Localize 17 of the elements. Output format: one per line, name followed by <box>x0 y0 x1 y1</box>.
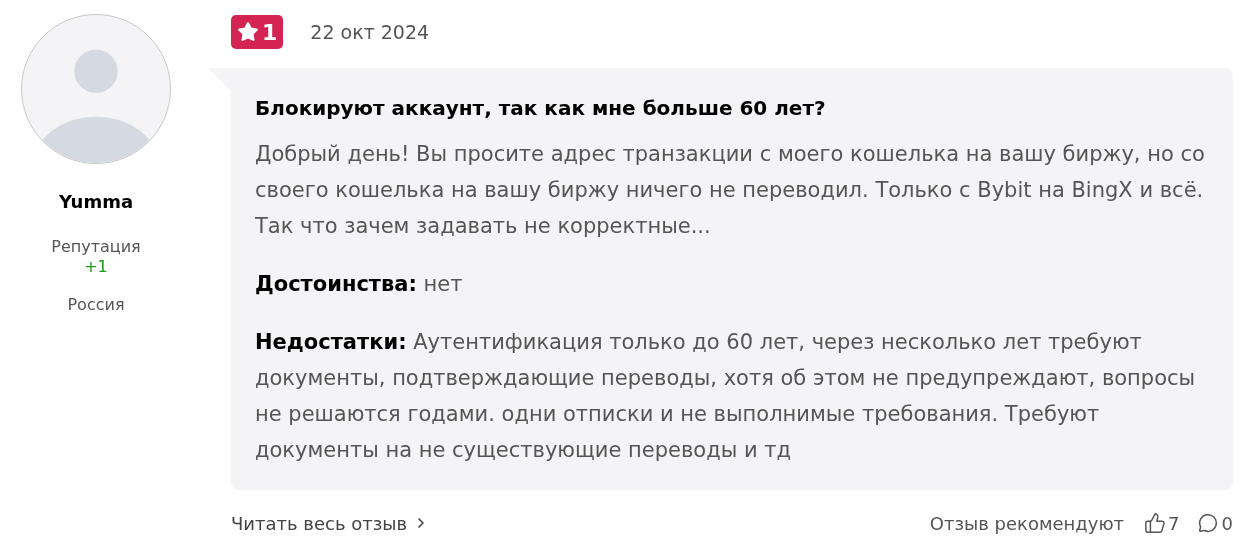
review-date: 22 окт 2024 <box>310 19 430 45</box>
star-icon <box>237 21 259 43</box>
comments-button[interactable]: 0 <box>1197 509 1233 537</box>
reputation-value: +1 <box>84 257 108 277</box>
author-country: Россия <box>67 294 125 316</box>
author-name[interactable]: Yumma <box>58 188 134 215</box>
like-button[interactable]: 7 <box>1144 509 1180 537</box>
reputation-label: Репутация <box>51 237 141 257</box>
review-title: Блокируют аккаунт, так как мне больше 60 лет? <box>255 95 827 122</box>
review-section: Достоинства: нет <box>255 266 1209 302</box>
read-more-link[interactable]: Читать весь отзыв <box>231 509 430 537</box>
review-section: Недостатки: Аутентификация только до 60 лет, через несколько лет требуют документы, подтверждающие переводы, хотя об этом не предупреждают, вопросы не решаются годами. одни отписки и не выполнимые требования. Требуют документы на не существующие переводы и тд <box>255 324 1209 468</box>
review-text: Добрый день! Вы просите адрес транзакции с моего кошелька на вашу биржу, но со своего кошелька на вашу биржу ничего не переводил. Только с Bybit на BingX и всё. Так что зачем задавать не корректные... <box>255 141 1206 240</box>
comment-icon <box>1197 513 1218 533</box>
rating-badge: 1 <box>231 15 284 49</box>
thumbs-up-icon <box>1144 512 1167 534</box>
recommend-label: Отзыв рекомендуют <box>929 511 1125 536</box>
